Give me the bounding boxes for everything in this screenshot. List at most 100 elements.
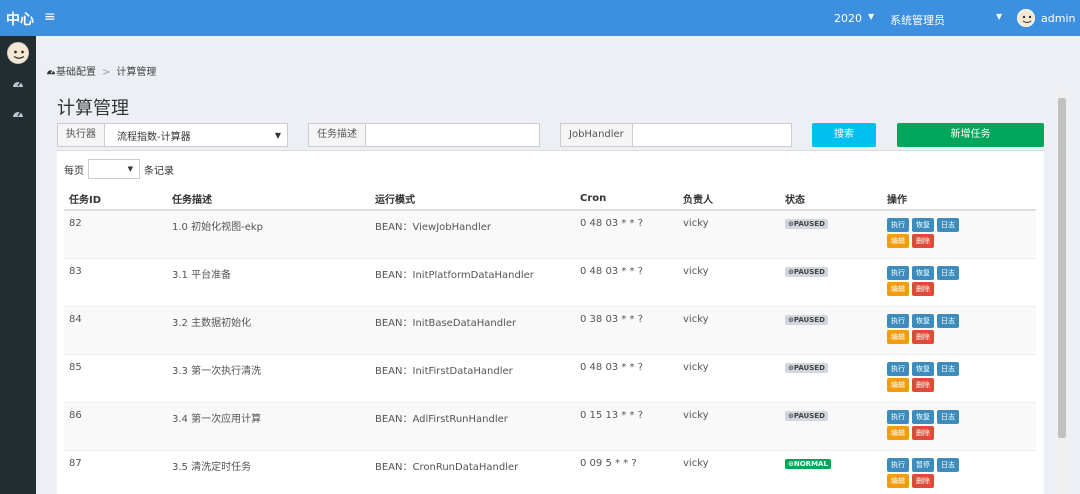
year-caret-icon[interactable]: ▼	[868, 12, 874, 21]
log-button[interactable]: 日志	[937, 265, 959, 280]
run-button[interactable]: 执行	[887, 457, 909, 472]
delete-button[interactable]: 删除	[912, 329, 934, 344]
col-cron[interactable]: Cron	[575, 188, 678, 211]
status-badge: ⊙PAUSED	[785, 362, 828, 373]
chevron-down-icon[interactable]: ▼	[275, 131, 287, 140]
cell-id: 86	[64, 401, 167, 450]
page-title: 计算管理	[57, 98, 129, 119]
page-size-prefix: 每页	[64, 165, 84, 177]
cell-desc: 3.4 第一次应用计算	[167, 401, 370, 450]
toggle-button[interactable]: 恢复	[912, 265, 934, 280]
dashboard-icon[interactable]	[11, 78, 25, 92]
table-row: 83 3.1 平台准备 BEAN：InitPlatformDataHandler 0 …	[64, 257, 1036, 306]
cell-status: ⊙PAUSED	[780, 401, 882, 450]
breadcrumb-home[interactable]: 基础配置	[56, 67, 96, 78]
cell-owner: vicky	[678, 449, 780, 494]
executor-value[interactable]: 流程指数-计算器	[105, 128, 275, 143]
username[interactable]: admin	[1041, 12, 1075, 25]
toggle-button[interactable]: 暂停	[912, 457, 934, 472]
cell-cron: 0 15 13 * * ?	[575, 401, 678, 450]
menu-toggle-icon[interactable]: ≡	[44, 9, 56, 25]
log-button[interactable]: 日志	[937, 218, 959, 232]
search-button[interactable]: 搜索	[812, 123, 876, 147]
col-status[interactable]: 状态	[780, 188, 882, 211]
run-button[interactable]: 执行	[887, 361, 909, 376]
toggle-button[interactable]: 恢复	[912, 218, 934, 232]
top-navbar: 中心 ≡ 2020 ▼ 系统管理员 ▼ admin	[0, 0, 1080, 36]
cell-actions: 执行 暂停 日志编辑 删除	[882, 449, 1036, 494]
edit-button[interactable]: 编辑	[887, 329, 909, 344]
log-button[interactable]: 日志	[937, 313, 959, 328]
edit-button[interactable]: 编辑	[887, 234, 909, 248]
add-task-button[interactable]: 新增任务	[897, 123, 1044, 147]
cell-cron: 0 48 03 * * ?	[575, 257, 678, 306]
delete-button[interactable]: 删除	[912, 281, 934, 296]
role-caret-icon[interactable]: ▼	[996, 12, 1002, 21]
handler-input[interactable]	[632, 124, 791, 146]
executor-label: 执行器	[58, 124, 105, 146]
cell-status: ⊙PAUSED	[780, 257, 882, 306]
log-button[interactable]: 日志	[937, 361, 959, 376]
edit-button[interactable]: 编辑	[887, 425, 909, 440]
delete-button[interactable]: 删除	[912, 234, 934, 248]
cell-actions: 执行 恢复 日志编辑 删除	[882, 209, 1036, 258]
toggle-button[interactable]: 恢复	[912, 361, 934, 376]
run-button[interactable]: 执行	[887, 265, 909, 280]
run-button[interactable]: 执行	[887, 218, 909, 232]
cell-id: 87	[64, 449, 167, 494]
cell-desc: 3.1 平台准备	[167, 257, 370, 306]
run-button[interactable]: 执行	[887, 409, 909, 424]
edit-button[interactable]: 编辑	[887, 473, 909, 488]
edit-button[interactable]: 编辑	[887, 377, 909, 392]
cell-actions: 执行 恢复 日志编辑 删除	[882, 257, 1036, 306]
cell-owner: vicky	[678, 353, 780, 402]
delete-button[interactable]: 删除	[912, 473, 934, 488]
cell-cron: 0 48 03 * * ?	[575, 209, 678, 258]
col-desc[interactable]: 任务描述	[167, 188, 370, 211]
run-button[interactable]: 执行	[887, 313, 909, 328]
col-id[interactable]: 任务ID	[64, 188, 167, 211]
page-size-select[interactable]: ▼	[88, 159, 140, 179]
log-button[interactable]: 日志	[937, 409, 959, 424]
dashboard-icon-2[interactable]	[11, 108, 25, 122]
toggle-button[interactable]: 恢复	[912, 313, 934, 328]
page-scrollbar[interactable]	[1056, 88, 1068, 494]
sidebar	[0, 36, 36, 494]
breadcrumb: 基础配置 > 计算管理	[46, 63, 156, 78]
status-badge: ⊙PAUSED	[785, 314, 828, 325]
desc-label: 任务描述	[309, 124, 366, 146]
table-row: 87 3.5 清洗定时任务 BEAN：CronRunDataHandler 0 09 …	[64, 449, 1036, 494]
desc-input[interactable]	[366, 124, 539, 146]
toggle-button[interactable]: 恢复	[912, 409, 934, 424]
cell-actions: 执行 恢复 日志编辑 删除	[882, 305, 1036, 354]
role-selector[interactable]: 系统管理员	[890, 12, 945, 28]
cell-owner: vicky	[678, 209, 780, 258]
status-badge: ⊙PAUSED	[785, 219, 828, 229]
col-mode[interactable]: 运行模式	[370, 188, 575, 211]
log-button[interactable]: 日志	[937, 457, 959, 472]
page-size-control: 每页 ▼ 条记录	[64, 159, 174, 179]
year-selector[interactable]: 2020	[834, 12, 862, 25]
scrollbar-thumb[interactable]	[1058, 98, 1066, 438]
brand-logo[interactable]: 中心	[6, 9, 34, 29]
table-row: 86 3.4 第一次应用计算 BEAN：AdlFirstRunHandler 0 15…	[64, 401, 1036, 450]
user-avatar[interactable]	[1017, 9, 1035, 27]
cell-cron: 0 38 03 * * ?	[575, 305, 678, 354]
cell-status: ⊙PAUSED	[780, 305, 882, 354]
cell-mode: BEAN：ViewJobHandler	[370, 209, 575, 258]
cell-id: 83	[64, 257, 167, 306]
delete-button[interactable]: 删除	[912, 425, 934, 440]
delete-button[interactable]: 删除	[912, 377, 934, 392]
edit-button[interactable]: 编辑	[887, 281, 909, 296]
cell-desc: 3.5 清洗定时任务	[167, 449, 370, 494]
cell-id: 84	[64, 305, 167, 354]
col-owner[interactable]: 负责人	[678, 188, 780, 211]
executor-select[interactable]: 执行器 流程指数-计算器 ▼	[57, 123, 288, 147]
sidebar-avatar	[7, 42, 29, 64]
cell-id: 85	[64, 353, 167, 402]
handler-label: JobHandler	[561, 124, 633, 146]
table-header-row: 任务ID 任务描述 运行模式 Cron 负责人 状态 操作	[64, 188, 1036, 211]
task-table: 任务ID 任务描述 运行模式 Cron 负责人 状态 操作 82 1.0 初始化视…	[64, 188, 1036, 494]
cell-mode: BEAN：InitFirstDataHandler	[370, 353, 575, 402]
cell-mode: BEAN：InitBaseDataHandler	[370, 305, 575, 354]
